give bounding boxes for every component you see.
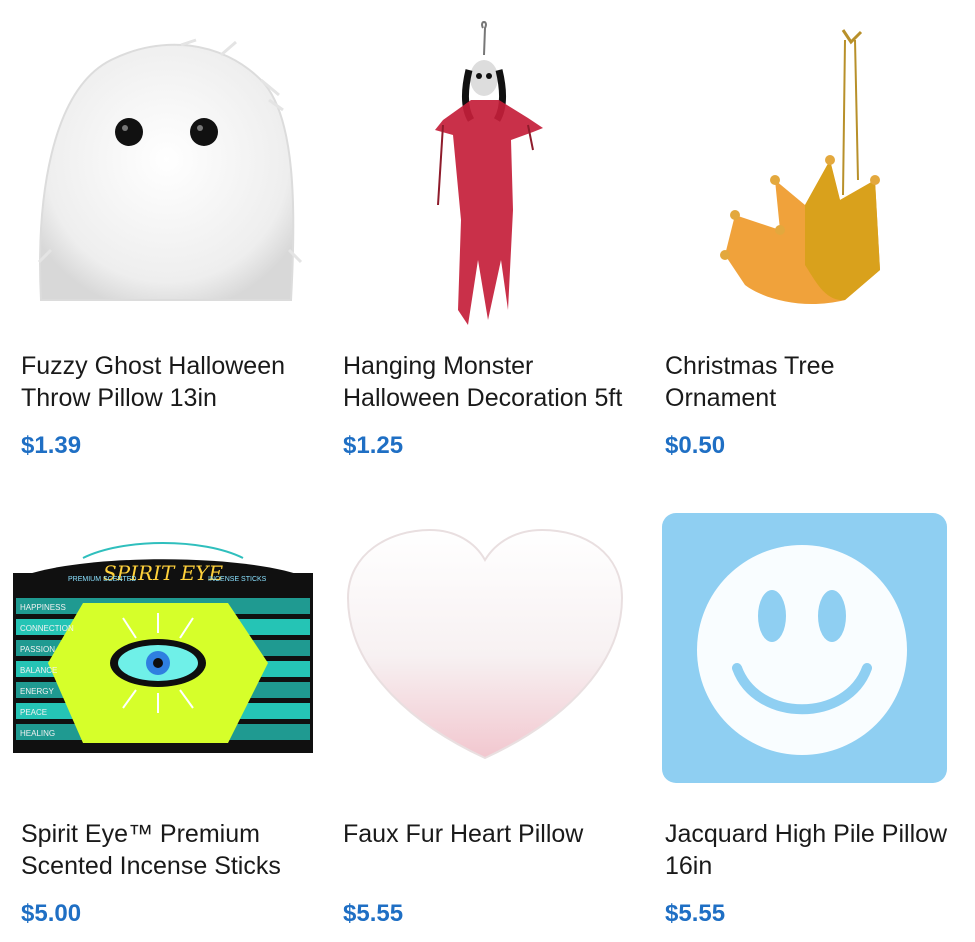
heart-pillow-image[interactable] — [330, 468, 640, 798]
incense-right-tag: INCENSE STICKS — [208, 576, 267, 583]
incense-row-label: HEALING — [20, 729, 55, 738]
product-title[interactable]: Fuzzy Ghost Halloween Throw Pillow 13in — [21, 350, 331, 414]
incense-row-label: BALANCE — [20, 666, 57, 675]
product-price: $1.25 — [343, 432, 404, 459]
product-title[interactable]: Faux Fur Heart Pillow — [343, 818, 653, 850]
product-price: $0.50 — [665, 432, 726, 459]
product-price: $1.39 — [21, 432, 82, 459]
product-price: $5.55 — [665, 900, 726, 927]
product-title[interactable]: Spirit Eye™ Premium Scented Incense Stic… — [21, 818, 331, 882]
ghost-pillow-image[interactable] — [21, 0, 331, 330]
product-title[interactable]: Hanging Monster Halloween Decoration 5ft — [343, 350, 653, 414]
incense-left-tag: PREMIUM SCENTED — [68, 576, 136, 583]
incense-box-image[interactable]: SPIRIT EYE PREMIUM SCENTED INCENSE STICK… — [8, 468, 318, 798]
incense-row-label: PASSION — [20, 645, 55, 654]
product-title[interactable]: Christmas Tree Ornament — [665, 350, 975, 414]
smiley-pillow-image[interactable] — [652, 468, 962, 798]
incense-row-label: PEACE — [20, 708, 47, 717]
product-title[interactable]: Jacquard High Pile Pillow 16in — [665, 818, 975, 882]
hanging-monster-image[interactable] — [343, 0, 653, 330]
crown-ornament-image[interactable] — [665, 0, 975, 330]
incense-row-label: ENERGY — [20, 687, 54, 696]
product-price: $5.55 — [343, 900, 404, 927]
product-grid: Fuzzy Ghost Halloween Throw Pillow 13in … — [0, 0, 975, 942]
incense-row-label: HAPPINESS — [20, 603, 66, 612]
product-price: $5.00 — [21, 900, 82, 927]
incense-row-label: CONNECTION — [20, 624, 74, 633]
